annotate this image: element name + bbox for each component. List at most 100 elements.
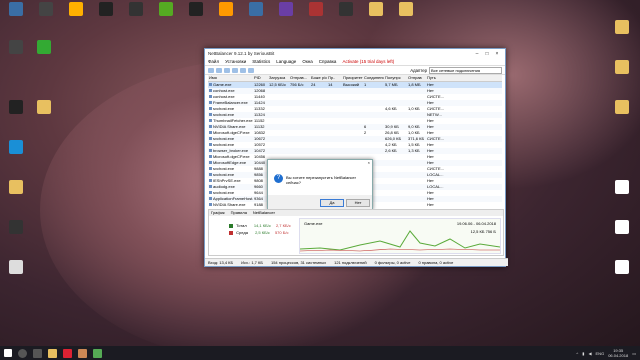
desktop-icon[interactable] xyxy=(212,2,240,16)
process-icon xyxy=(209,101,212,105)
column-header[interactable]: Загрузка xyxy=(268,75,289,81)
desktop-icon[interactable] xyxy=(272,2,300,16)
menu-item-file[interactable]: Файл xyxy=(208,59,219,64)
column-header[interactable]: Приоритет xyxy=(342,75,363,81)
desktop-icon[interactable] xyxy=(608,100,636,114)
clock[interactable]: 19:35 06.04.2018 xyxy=(608,348,628,358)
column-header[interactable]: Полупрс xyxy=(384,75,407,81)
process-icon xyxy=(209,119,212,123)
desktop-icon[interactable] xyxy=(62,2,90,16)
toolbar-button-icon[interactable] xyxy=(216,67,222,73)
desktop-icon[interactable] xyxy=(30,40,58,54)
column-header[interactable]: Отправ xyxy=(407,75,426,81)
legend-row: Тотал 14,1 КБ/с 2,7 КБ/с xyxy=(229,222,291,229)
desktop-icon[interactable] xyxy=(608,260,636,274)
desktop-icon[interactable] xyxy=(302,2,330,16)
no-button[interactable]: Нет xyxy=(346,199,370,207)
desktop-icon[interactable] xyxy=(608,220,636,234)
status-connections: 121 подключений xyxy=(334,260,367,265)
desktop-icon[interactable] xyxy=(92,2,120,16)
desktop-icon[interactable] xyxy=(2,260,30,274)
desktop-icon[interactable] xyxy=(2,140,30,154)
graph-process: Game.exe xyxy=(304,221,323,226)
maximize-icon[interactable]: □ xyxy=(482,51,492,57)
app-icon[interactable] xyxy=(63,348,72,358)
desktop-app-icon xyxy=(9,100,23,114)
menu-item-windows[interactable]: Окна xyxy=(302,59,312,64)
app-icon[interactable] xyxy=(78,348,87,358)
desktop-icon[interactable] xyxy=(332,2,360,16)
explorer-icon[interactable] xyxy=(48,348,57,358)
desktop-icon[interactable] xyxy=(2,100,30,114)
desktop-icon[interactable] xyxy=(392,2,420,16)
column-header[interactable]: Путь xyxy=(426,75,451,81)
status-out: Исх.: 1,7 КБ xyxy=(241,260,263,265)
app-icon[interactable] xyxy=(93,348,102,358)
desktop-app-icon xyxy=(9,140,23,154)
menu-item-settings[interactable]: Установки xyxy=(225,59,246,64)
menu-item-statistics[interactable]: Statistics xyxy=(252,59,270,64)
tab-netbalancer[interactable]: NetBalancer xyxy=(253,210,275,216)
desktop-icon[interactable] xyxy=(2,40,30,54)
minimize-icon[interactable]: – xyxy=(472,51,482,57)
window-titlebar[interactable]: NetBalancer 9.12.1 by SeriousBit – □ × xyxy=(205,49,505,58)
desktop-icon[interactable] xyxy=(122,2,150,16)
desktop-icon[interactable] xyxy=(608,20,636,34)
process-name: Game.exe xyxy=(213,82,232,87)
desktop-icon[interactable] xyxy=(152,2,180,16)
toolbar-button-icon[interactable] xyxy=(208,67,214,73)
process-icon xyxy=(209,149,212,153)
task-view-icon[interactable] xyxy=(33,348,42,358)
desktop-icon[interactable] xyxy=(2,2,30,16)
restart-dialog[interactable]: × ? Вы хотите перезапустить NetBalancer … xyxy=(267,159,373,210)
table-cell: Нет xyxy=(427,202,434,207)
column-header[interactable]: PID xyxy=(253,75,268,81)
adapter-dropdown[interactable]: Все сетевые подключения xyxy=(429,66,502,74)
notifications-icon[interactable]: ▭ xyxy=(632,351,636,356)
menu-item-language[interactable]: Language xyxy=(276,59,296,64)
activate-link[interactable]: Activate (15 trial days left) xyxy=(342,59,394,64)
desktop-app-icon xyxy=(249,2,263,16)
desktop-app-icon xyxy=(9,180,23,194)
column-header[interactable]: Соединение xyxy=(363,75,384,81)
desktop-icon[interactable] xyxy=(608,180,636,194)
desktop-app-icon xyxy=(309,2,323,16)
desktop-icon[interactable] xyxy=(182,2,210,16)
desktop-file-icon xyxy=(615,60,629,74)
process-icon xyxy=(209,95,212,99)
legend-in: 2,5 КБ/с xyxy=(255,230,270,235)
desktop-icon[interactable] xyxy=(30,100,58,114)
desktop-icon[interactable] xyxy=(608,60,636,74)
desktop-icon[interactable] xyxy=(242,2,270,16)
process-name: MicrosoftEdge.exe xyxy=(213,160,247,165)
toolbar-button-icon[interactable] xyxy=(224,67,230,73)
status-in: Вход: 13,4 КБ xyxy=(208,260,234,265)
yes-button[interactable]: Да xyxy=(320,199,344,207)
close-icon[interactable]: × xyxy=(368,160,370,166)
desktop-icon[interactable] xyxy=(2,220,30,234)
desktop-app-icon xyxy=(399,2,413,16)
column-header[interactable]: Отправ... xyxy=(289,75,310,81)
desktop-icon[interactable] xyxy=(32,2,60,16)
start-icon[interactable] xyxy=(4,349,12,357)
toolbar-button-icon[interactable] xyxy=(240,67,246,73)
desktop-icon[interactable] xyxy=(2,180,30,194)
table-cell xyxy=(384,202,407,208)
language-indicator[interactable]: ENG xyxy=(596,351,605,356)
volume-icon[interactable]: ◀ xyxy=(588,351,591,356)
tab-rules[interactable]: Правила xyxy=(231,210,247,216)
tray-expand-icon[interactable]: ^ xyxy=(576,351,578,356)
tab-graph[interactable]: График xyxy=(211,210,225,216)
column-header[interactable]: Боже р/с xyxy=(310,75,327,81)
close-icon[interactable]: × xyxy=(492,51,502,57)
search-icon[interactable] xyxy=(18,348,27,358)
process-name: Microsoft.dgeCP.exe xyxy=(213,154,250,159)
network-icon[interactable]: ▮ xyxy=(582,351,584,356)
desktop-icon[interactable] xyxy=(362,2,390,16)
toolbar-button-icon[interactable] xyxy=(248,67,254,73)
column-header[interactable]: Имя xyxy=(208,75,253,81)
toolbar-button-icon[interactable] xyxy=(232,67,238,73)
column-header[interactable]: Пр.. xyxy=(327,75,342,81)
netbalancer-window[interactable]: NetBalancer 9.12.1 by SeriousBit – □ × Ф… xyxy=(204,48,508,267)
menu-item-help[interactable]: Справка xyxy=(319,59,337,64)
